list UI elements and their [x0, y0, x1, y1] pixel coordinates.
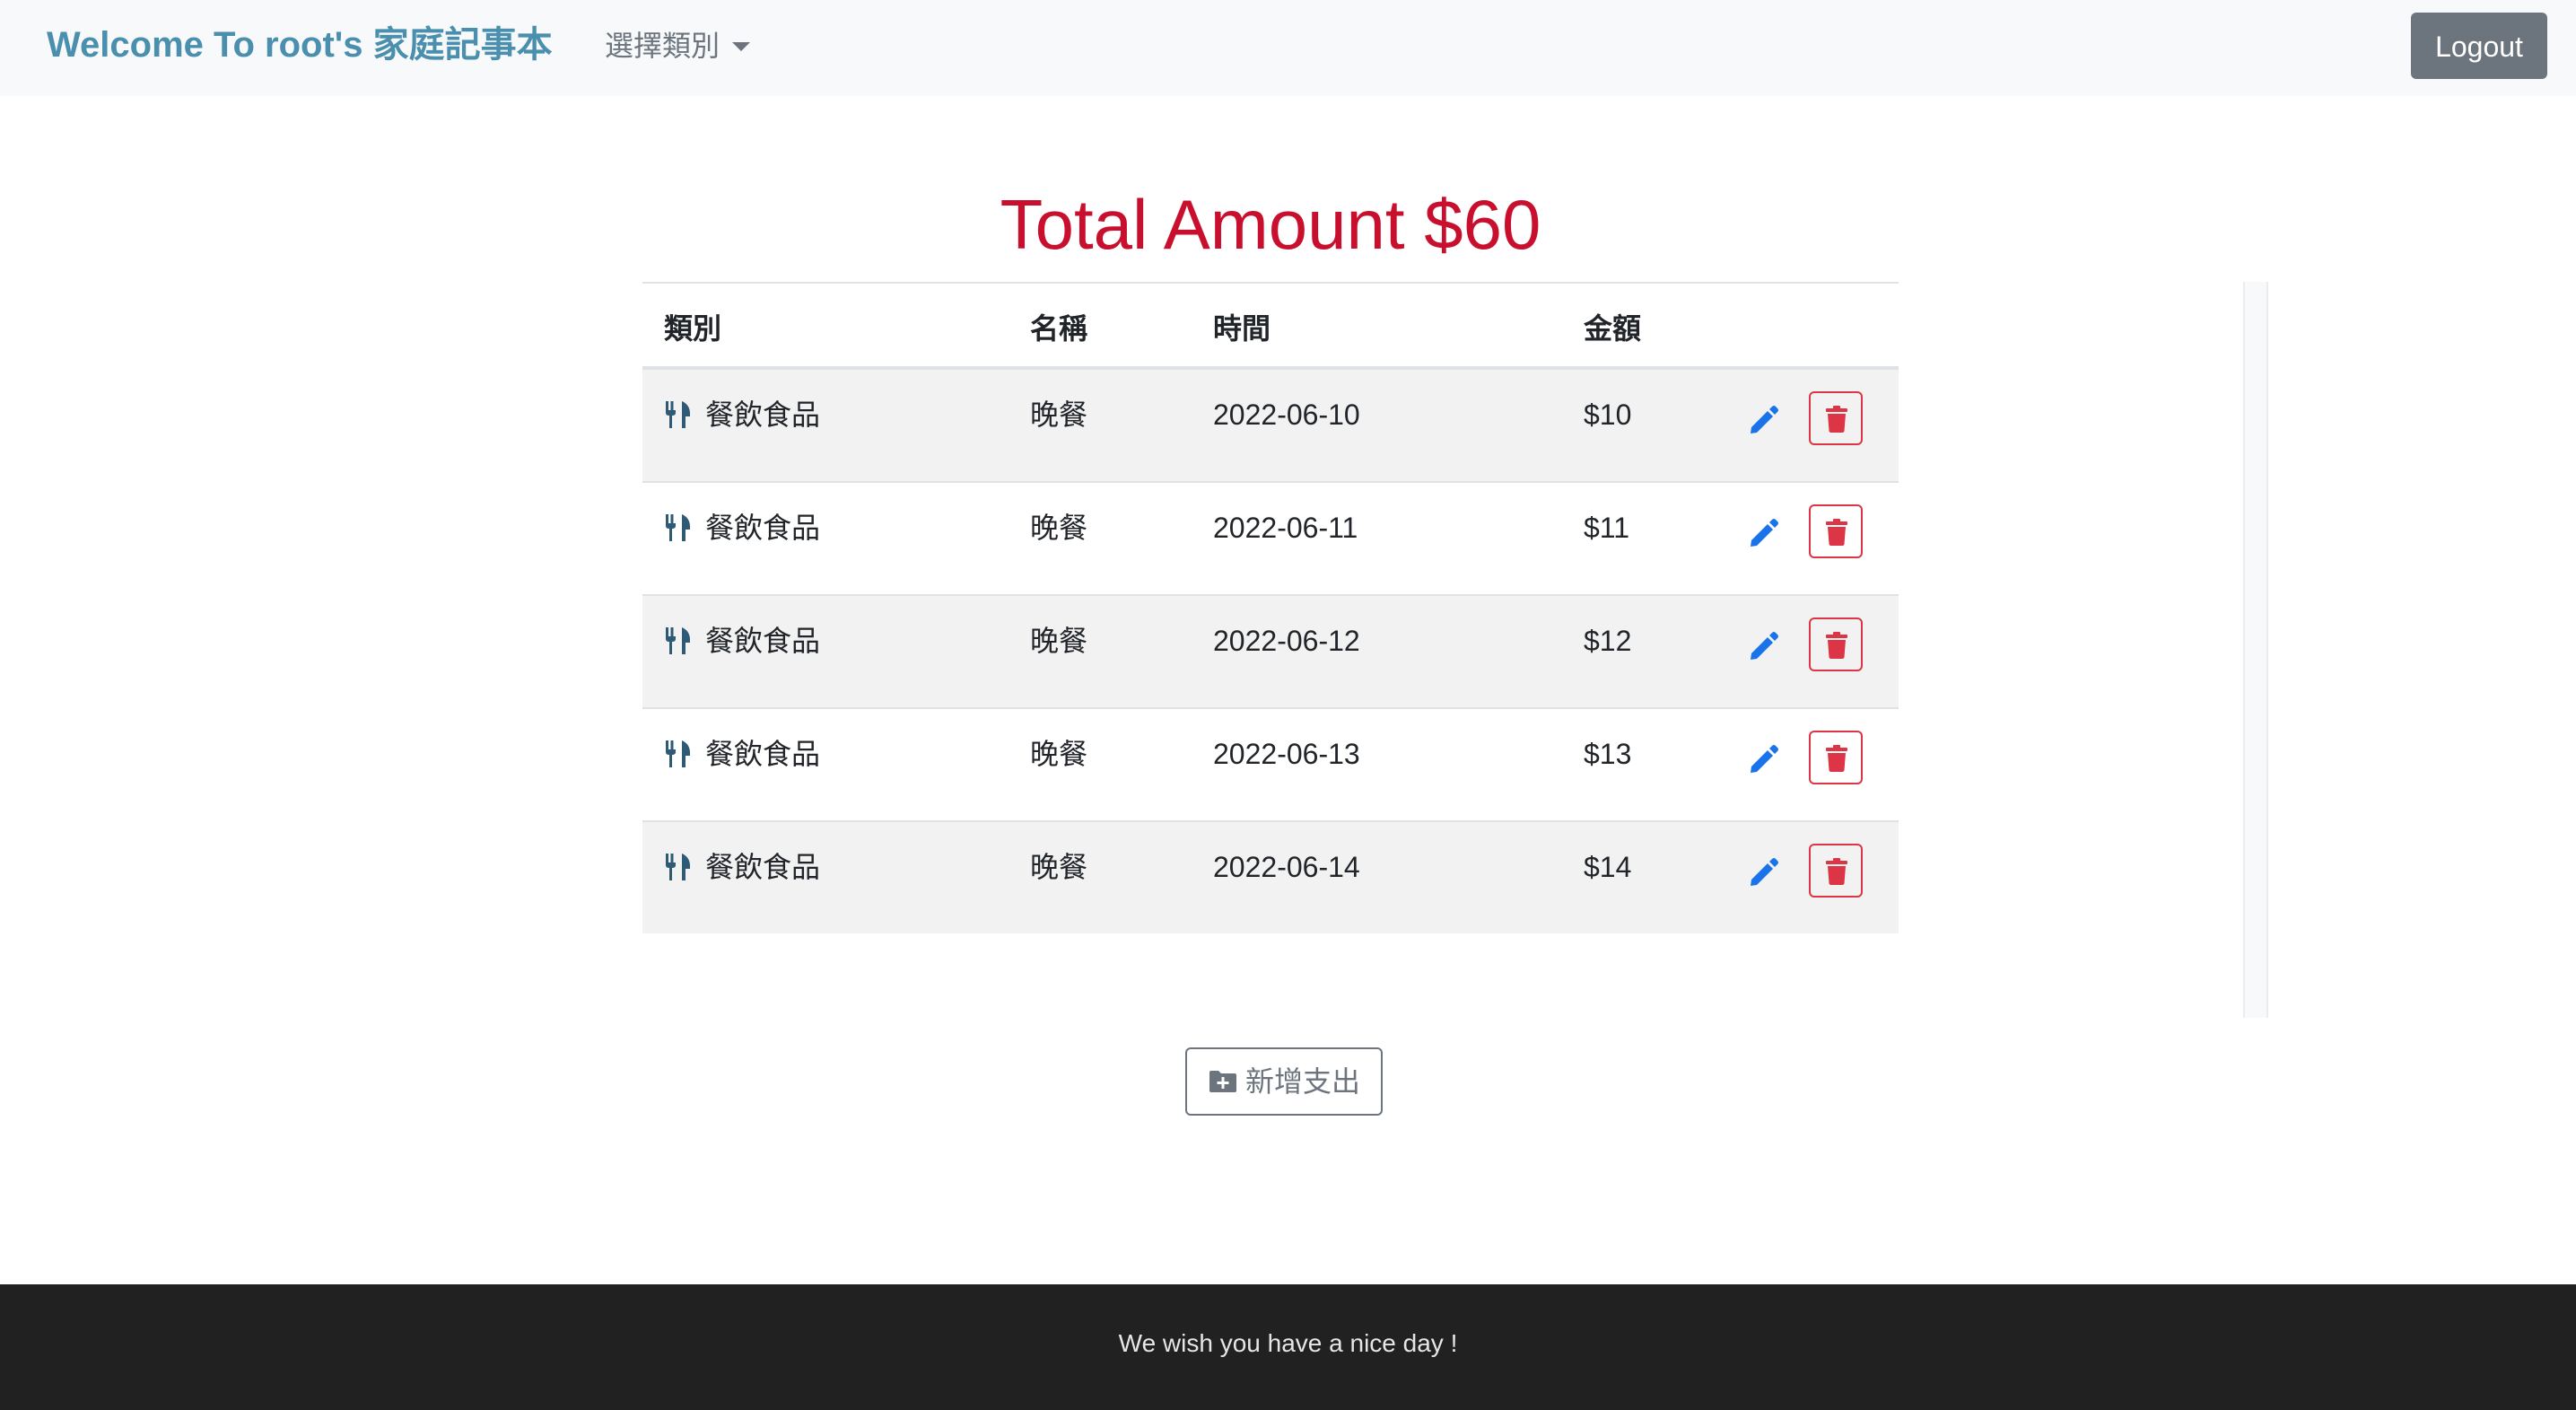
footer-text: We wish you have a nice day !	[1118, 1329, 1458, 1357]
category-dropdown-label: 選擇類別	[605, 30, 720, 62]
total-amount-title: Total Amount $60	[642, 180, 1899, 269]
utensils-icon	[666, 513, 690, 541]
delete-button[interactable]	[1809, 504, 1863, 558]
delete-button[interactable]	[1809, 731, 1863, 784]
table-row: 餐飲食品 晚餐 2022-06-13 $13	[642, 709, 1899, 822]
category-label: 餐飲食品	[705, 851, 821, 883]
amount-cell: $13	[1584, 738, 1632, 770]
add-expense-button[interactable]: 新增支出	[1185, 1047, 1383, 1116]
brand-title[interactable]: Welcome To root's 家庭記事本	[47, 22, 553, 68]
utensils-icon	[666, 400, 690, 428]
name-cell: 晚餐	[1030, 738, 1088, 770]
date-cell: 2022-06-10	[1213, 398, 1360, 431]
table-row: 餐飲食品 晚餐 2022-06-11 $11	[642, 483, 1899, 596]
category-cell: 餐飲食品	[664, 397, 820, 433]
utensils-icon	[666, 626, 690, 654]
name-cell: 晚餐	[1030, 625, 1088, 657]
date-cell: 2022-06-13	[1213, 738, 1360, 770]
total-amount-value: $60	[1424, 185, 1541, 264]
header-name: 名稱	[1030, 312, 1088, 345]
header-category: 類別	[664, 312, 722, 345]
expense-table: 類別 名稱 時間 金額 餐飲食品 晚餐 2022-06-10 $10 餐飲食品 晚餐 202…	[642, 282, 1899, 933]
amount-cell: $10	[1584, 398, 1632, 431]
trash-icon	[1826, 406, 1847, 433]
trash-icon	[1826, 632, 1847, 659]
category-label: 餐飲食品	[705, 738, 821, 770]
delete-button[interactable]	[1809, 617, 1863, 671]
pencil-icon[interactable]	[1748, 630, 1780, 662]
name-cell: 晚餐	[1030, 398, 1088, 431]
utensils-icon	[666, 853, 690, 880]
pencil-icon[interactable]	[1748, 743, 1780, 775]
amount-cell: $11	[1584, 512, 1630, 544]
scrollbar-track[interactable]	[2243, 282, 2268, 1018]
trash-icon	[1826, 745, 1847, 772]
table-row: 餐飲食品 晚餐 2022-06-12 $12	[642, 596, 1899, 709]
date-cell: 2022-06-14	[1213, 851, 1360, 883]
add-expense-label: 新增支出	[1244, 1065, 1360, 1098]
header-amount: 金額	[1584, 312, 1642, 345]
date-cell: 2022-06-11	[1213, 512, 1358, 544]
navbar: Welcome To root's 家庭記事本 選擇類別 Logout	[0, 0, 2576, 96]
utensils-icon	[666, 740, 690, 767]
footer: We wish you have a nice day !	[0, 1284, 2576, 1410]
pencil-icon[interactable]	[1748, 856, 1780, 889]
category-label: 餐飲食品	[705, 625, 821, 657]
category-label: 餐飲食品	[705, 398, 821, 431]
header-date: 時間	[1213, 312, 1271, 345]
pencil-icon[interactable]	[1748, 404, 1780, 436]
table-row: 餐飲食品 晚餐 2022-06-10 $10	[642, 370, 1899, 483]
date-cell: 2022-06-12	[1213, 625, 1360, 657]
trash-icon	[1826, 519, 1847, 546]
category-cell: 餐飲食品	[664, 736, 820, 772]
category-cell: 餐飲食品	[664, 510, 820, 546]
category-dropdown[interactable]: 選擇類別	[605, 25, 751, 66]
delete-button[interactable]	[1809, 391, 1863, 445]
logout-button[interactable]: Logout	[2411, 13, 2547, 79]
category-label: 餐飲食品	[705, 512, 821, 544]
caret-down-icon	[732, 41, 751, 51]
folder-plus-icon	[1209, 1070, 1236, 1092]
table-header: 類別 名稱 時間 金額	[642, 282, 1899, 370]
table-body: 餐飲食品 晚餐 2022-06-10 $10 餐飲食品 晚餐 2022-06-11 $11 餐飲…	[642, 370, 1899, 933]
amount-cell: $14	[1584, 851, 1632, 883]
name-cell: 晚餐	[1030, 512, 1088, 544]
amount-cell: $12	[1584, 625, 1632, 657]
name-cell: 晚餐	[1030, 851, 1088, 883]
category-cell: 餐飲食品	[664, 623, 820, 659]
trash-icon	[1826, 858, 1847, 885]
total-amount-label: Total Amount	[1000, 185, 1405, 264]
table-row: 餐飲食品 晚餐 2022-06-14 $14	[642, 822, 1899, 933]
category-cell: 餐飲食品	[664, 849, 820, 885]
delete-button[interactable]	[1809, 844, 1863, 898]
pencil-icon[interactable]	[1748, 517, 1780, 549]
